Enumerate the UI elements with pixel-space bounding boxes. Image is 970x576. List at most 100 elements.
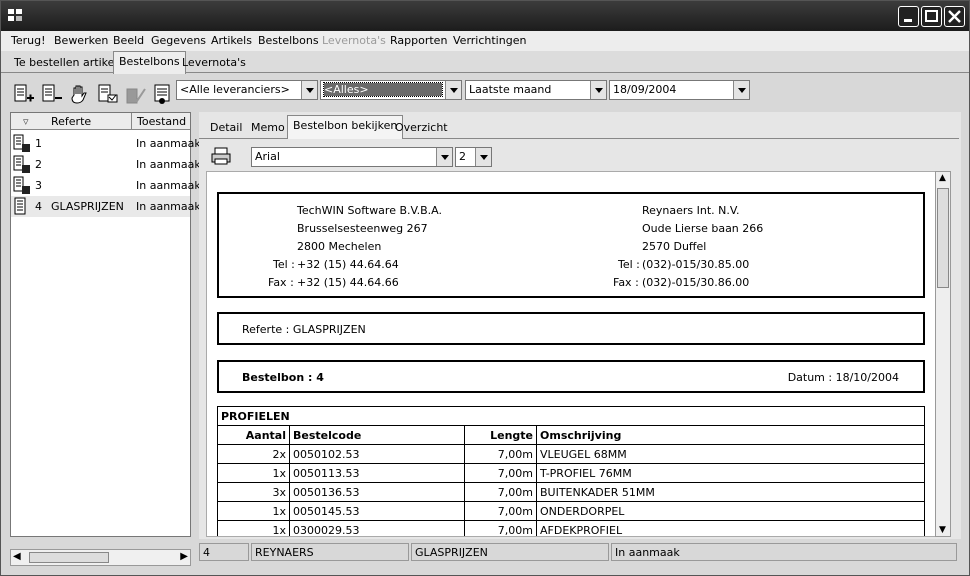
date-picker[interactable]: 18/09/2004 xyxy=(609,80,750,100)
col-bestelcode: Bestelcode xyxy=(289,425,465,445)
chevron-down-icon xyxy=(733,81,749,99)
status-select[interactable]: <Alles> xyxy=(320,80,462,100)
table-row: 2x 0050102.53 7,00m VLEUGEL 68MM xyxy=(217,444,925,464)
col-omschrijving: Omschrijving xyxy=(536,425,925,445)
order-icon xyxy=(13,134,30,152)
menu-levernotas[interactable]: Levernota's xyxy=(322,34,386,47)
scroll-left-icon[interactable]: ◀ xyxy=(13,551,21,562)
referte-text: Referte : GLASPRIJZEN xyxy=(242,323,366,336)
title-bar xyxy=(1,1,969,31)
menu-gegevens[interactable]: Gegevens xyxy=(151,34,206,47)
referte-block: Referte : GLASPRIJZEN xyxy=(217,312,925,345)
scroll-right-icon[interactable]: ▶ xyxy=(180,551,188,562)
tab-te-bestellen-artikels[interactable]: Te bestellen artikels xyxy=(9,53,128,73)
supplier-select[interactable]: <Alle leveranciers> xyxy=(176,80,318,100)
sender-tel: +32 (15) 44.64.64 xyxy=(297,258,399,271)
column-divider[interactable] xyxy=(131,113,132,130)
list-item[interactable]: 3 In aanmaak xyxy=(11,175,201,196)
order-document: TechWIN Software B.V.B.A. Brusselsesteen… xyxy=(206,171,937,537)
close-icon xyxy=(948,10,961,23)
status-number: 4 xyxy=(199,543,249,561)
scroll-up-icon[interactable]: ▲ xyxy=(939,173,946,183)
close-button[interactable] xyxy=(944,6,965,27)
menu-rapporten[interactable]: Rapporten xyxy=(390,34,447,47)
add-order-icon[interactable] xyxy=(13,83,35,105)
list-horizontal-scrollbar[interactable]: ◀ ▶ xyxy=(10,549,191,566)
remove-order-icon[interactable] xyxy=(41,83,63,105)
cell-aantal: 3x xyxy=(217,482,290,502)
bestelbon-date: Datum : 18/10/2004 xyxy=(787,371,899,384)
menu-bestelbons[interactable]: Bestelbons xyxy=(258,34,319,47)
cell-bestelcode: 0300029.53 xyxy=(289,520,465,536)
table-row: 3x 0050136.53 7,00m BUITENKADER 51MM xyxy=(217,482,925,502)
scroll-down-icon[interactable]: ▼ xyxy=(939,525,946,535)
sender-fax-label: Fax : xyxy=(268,276,294,289)
sort-icon[interactable]: ▿ xyxy=(23,115,29,128)
cell-lengte: 7,00m xyxy=(464,463,537,483)
list-item-number: 2 xyxy=(35,158,42,171)
list-item-referte: GLASPRIJZEN xyxy=(51,200,124,213)
sender-street: Brusselsesteenweg 267 xyxy=(297,222,428,235)
hand-icon[interactable] xyxy=(69,83,91,105)
cell-omschrijving: ONDERDORPEL xyxy=(536,501,925,521)
list-item[interactable]: 1 In aanmaak xyxy=(11,133,201,154)
order-icon xyxy=(13,155,30,173)
menu-verrichtingen[interactable]: Verrichtingen xyxy=(453,34,526,47)
minimize-icon xyxy=(904,19,912,22)
tab-memo[interactable]: Memo xyxy=(246,118,290,138)
size-select-value: 2 xyxy=(459,150,466,163)
printer-icon[interactable] xyxy=(211,147,231,165)
col-aantal: Aantal xyxy=(217,425,290,445)
order-list-header: ▿ Referte Toestand xyxy=(11,113,190,130)
scroll-thumb[interactable] xyxy=(29,552,109,563)
cell-bestelcode: 0050136.53 xyxy=(289,482,465,502)
menu-bewerken[interactable]: Bewerken xyxy=(54,34,108,47)
tab-levernotas[interactable]: Levernota's xyxy=(177,53,251,73)
tab-detail[interactable]: Detail xyxy=(205,118,247,138)
maximize-button[interactable] xyxy=(921,6,942,27)
tab-overzicht[interactable]: Overzicht xyxy=(390,118,453,138)
scroll-thumb[interactable] xyxy=(937,188,949,288)
status-bar: 4 REYNAERS GLASPRIJZEN In aanmaak xyxy=(199,542,959,562)
cell-lengte: 7,00m xyxy=(464,520,537,536)
menu-beeld[interactable]: Beeld xyxy=(113,34,144,47)
chevron-down-icon xyxy=(301,81,317,99)
check-in-icon[interactable] xyxy=(97,83,119,105)
column-referte[interactable]: Referte xyxy=(51,115,91,128)
approve-icon[interactable] xyxy=(125,83,147,105)
cell-lengte: 7,00m xyxy=(464,482,537,502)
document-vertical-scrollbar[interactable]: ▲ ▼ xyxy=(935,171,951,537)
list-item[interactable]: 2 In aanmaak xyxy=(11,154,201,175)
period-select[interactable]: Laatste maand xyxy=(465,80,607,100)
tab-bestelbons[interactable]: Bestelbons xyxy=(113,51,186,74)
menu-artikels[interactable]: Artikels xyxy=(211,34,252,47)
list-item-state: In aanmaak xyxy=(136,200,201,213)
list-item-selected[interactable]: 4 GLASPRIJZEN In aanmaak xyxy=(11,196,201,217)
cell-bestelcode: 0050102.53 xyxy=(289,444,465,464)
order-icon xyxy=(13,176,30,194)
cell-omschrijving: VLEUGEL 68MM xyxy=(536,444,925,464)
tab-bestelbon-bekijken[interactable]: Bestelbon bekijken xyxy=(287,115,404,139)
print-order-icon[interactable] xyxy=(153,83,175,105)
list-item-number: 3 xyxy=(35,179,42,192)
font-select[interactable]: Arial xyxy=(251,147,453,167)
size-select[interactable]: 2 xyxy=(455,147,492,167)
recipient-tel-label: Tel : xyxy=(618,258,640,271)
date-picker-value: 18/09/2004 xyxy=(613,83,677,96)
order-icon xyxy=(14,197,26,215)
recipient-city: 2570 Duffel xyxy=(642,240,707,253)
period-select-value: Laatste maand xyxy=(469,83,552,96)
maximize-icon xyxy=(925,10,938,22)
cell-lengte: 7,00m xyxy=(464,444,537,464)
font-select-value: Arial xyxy=(255,150,280,163)
section-title: PROFIELEN xyxy=(217,406,925,426)
cell-omschrijving: T-PROFIEL 76MM xyxy=(536,463,925,483)
items-table: PROFIELEN Aantal Bestelcode Lengte Omsch… xyxy=(217,406,925,536)
menu-terug[interactable]: Terug! xyxy=(11,34,46,47)
cell-aantal: 2x xyxy=(217,444,290,464)
minimize-button[interactable] xyxy=(898,6,919,27)
list-item-state: In aanmaak xyxy=(136,137,201,150)
status-select-value: <Alles> xyxy=(323,82,443,97)
column-toestand[interactable]: Toestand xyxy=(137,115,186,128)
col-lengte: Lengte xyxy=(464,425,537,445)
